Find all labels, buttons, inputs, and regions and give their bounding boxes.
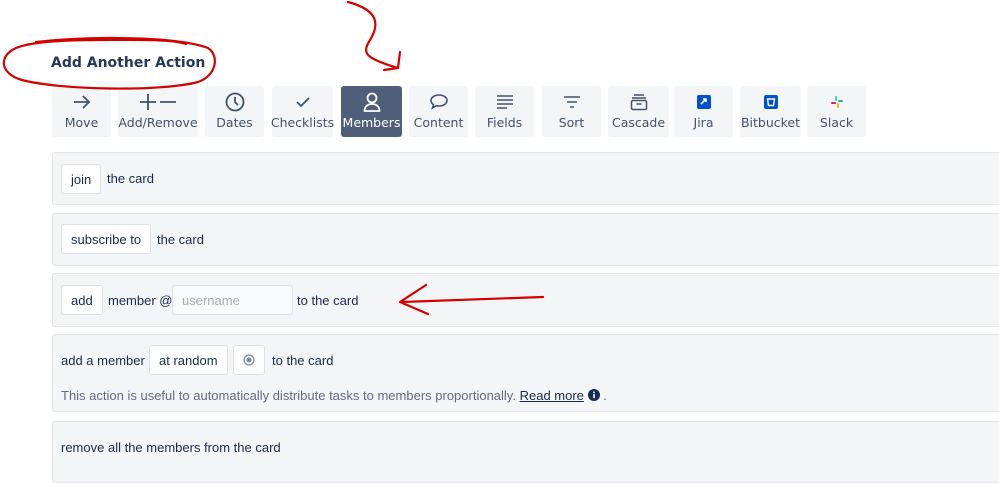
tool-dates-button[interactable]: Dates [205,86,264,137]
add-member-suffix-text: to the card [297,293,359,308]
slack-logo-icon [830,88,844,115]
info-icon[interactable] [587,389,600,401]
tool-label: Content [413,115,464,130]
tool-label: Checklists [270,115,335,130]
add-button[interactable]: add [61,285,103,315]
speech-bubble-icon [428,88,450,115]
random-suffix-text: to the card [272,353,334,368]
tool-cascade-button[interactable]: Cascade [608,86,669,137]
random-description: This action is useful to automatically d… [61,388,607,403]
tool-slack-button[interactable]: Slack [807,86,866,137]
tool-label: Cascade [611,115,666,130]
tool-label: Sort [558,115,585,130]
at-random-button[interactable]: at random [149,345,228,375]
annotation-arrow-down [346,0,402,72]
jira-logo-icon [696,88,711,115]
fields-lines-icon [495,88,515,115]
tool-sort-button[interactable]: Sort [542,86,601,137]
random-prefix-text: add a member [61,353,145,368]
subscribe-suffix-text: the card [157,232,204,247]
tool-label: Dates [216,115,253,130]
join-button[interactable]: join [61,164,102,194]
tool-fields-button[interactable]: Fields [475,86,534,137]
tool-content-button[interactable]: Content [409,86,468,137]
plus-minus-icon [136,88,180,115]
action-row-random-member: add a member at random to the card This … [52,334,999,412]
tool-label: Fields [486,115,523,130]
radio-target-icon [243,354,255,366]
subscribe-to-button[interactable]: subscribe to [61,224,152,254]
bitbucket-logo-icon [763,88,778,115]
description-text: This action is useful to automatically d… [61,388,516,403]
checkmark-icon [294,88,312,115]
tool-label: Bitbucket [740,115,801,130]
tool-members-button[interactable]: Members [341,86,402,137]
description-period: . [603,388,607,403]
tool-jira-button[interactable]: Jira [674,86,733,137]
page-heading: Add Another Action [51,55,206,71]
person-icon [362,88,382,115]
cascade-box-icon [629,88,649,115]
sort-filter-icon [562,88,582,115]
action-row-join: join the card [52,152,999,205]
action-row-add-member: add member @ to the card [52,273,999,327]
tool-label: Add/Remove [118,115,198,130]
remove-all-text[interactable]: remove all the members from the card [61,440,281,456]
action-row-remove-all: remove all the members from the card [52,421,999,483]
clock-icon [224,88,246,115]
tool-label: Slack [819,115,854,130]
tool-add-remove-button[interactable]: Add/Remove [118,86,198,137]
tool-label: Move [64,115,99,130]
tool-bitbucket-button[interactable]: Bitbucket [740,86,801,137]
member-at-text: member @ [108,293,173,308]
arrow-right-icon [71,88,93,115]
read-more-link[interactable]: Read more [520,388,584,403]
action-row-subscribe: subscribe to the card [52,213,999,266]
join-suffix-text: the card [107,171,154,186]
tool-checklists-button[interactable]: Checklists [270,86,335,137]
username-input[interactable] [172,285,293,315]
tool-move-button[interactable]: Move [52,86,111,137]
tool-label: Jira [693,115,714,130]
radio-option-button[interactable] [233,345,265,375]
tool-label: Members [342,115,401,130]
